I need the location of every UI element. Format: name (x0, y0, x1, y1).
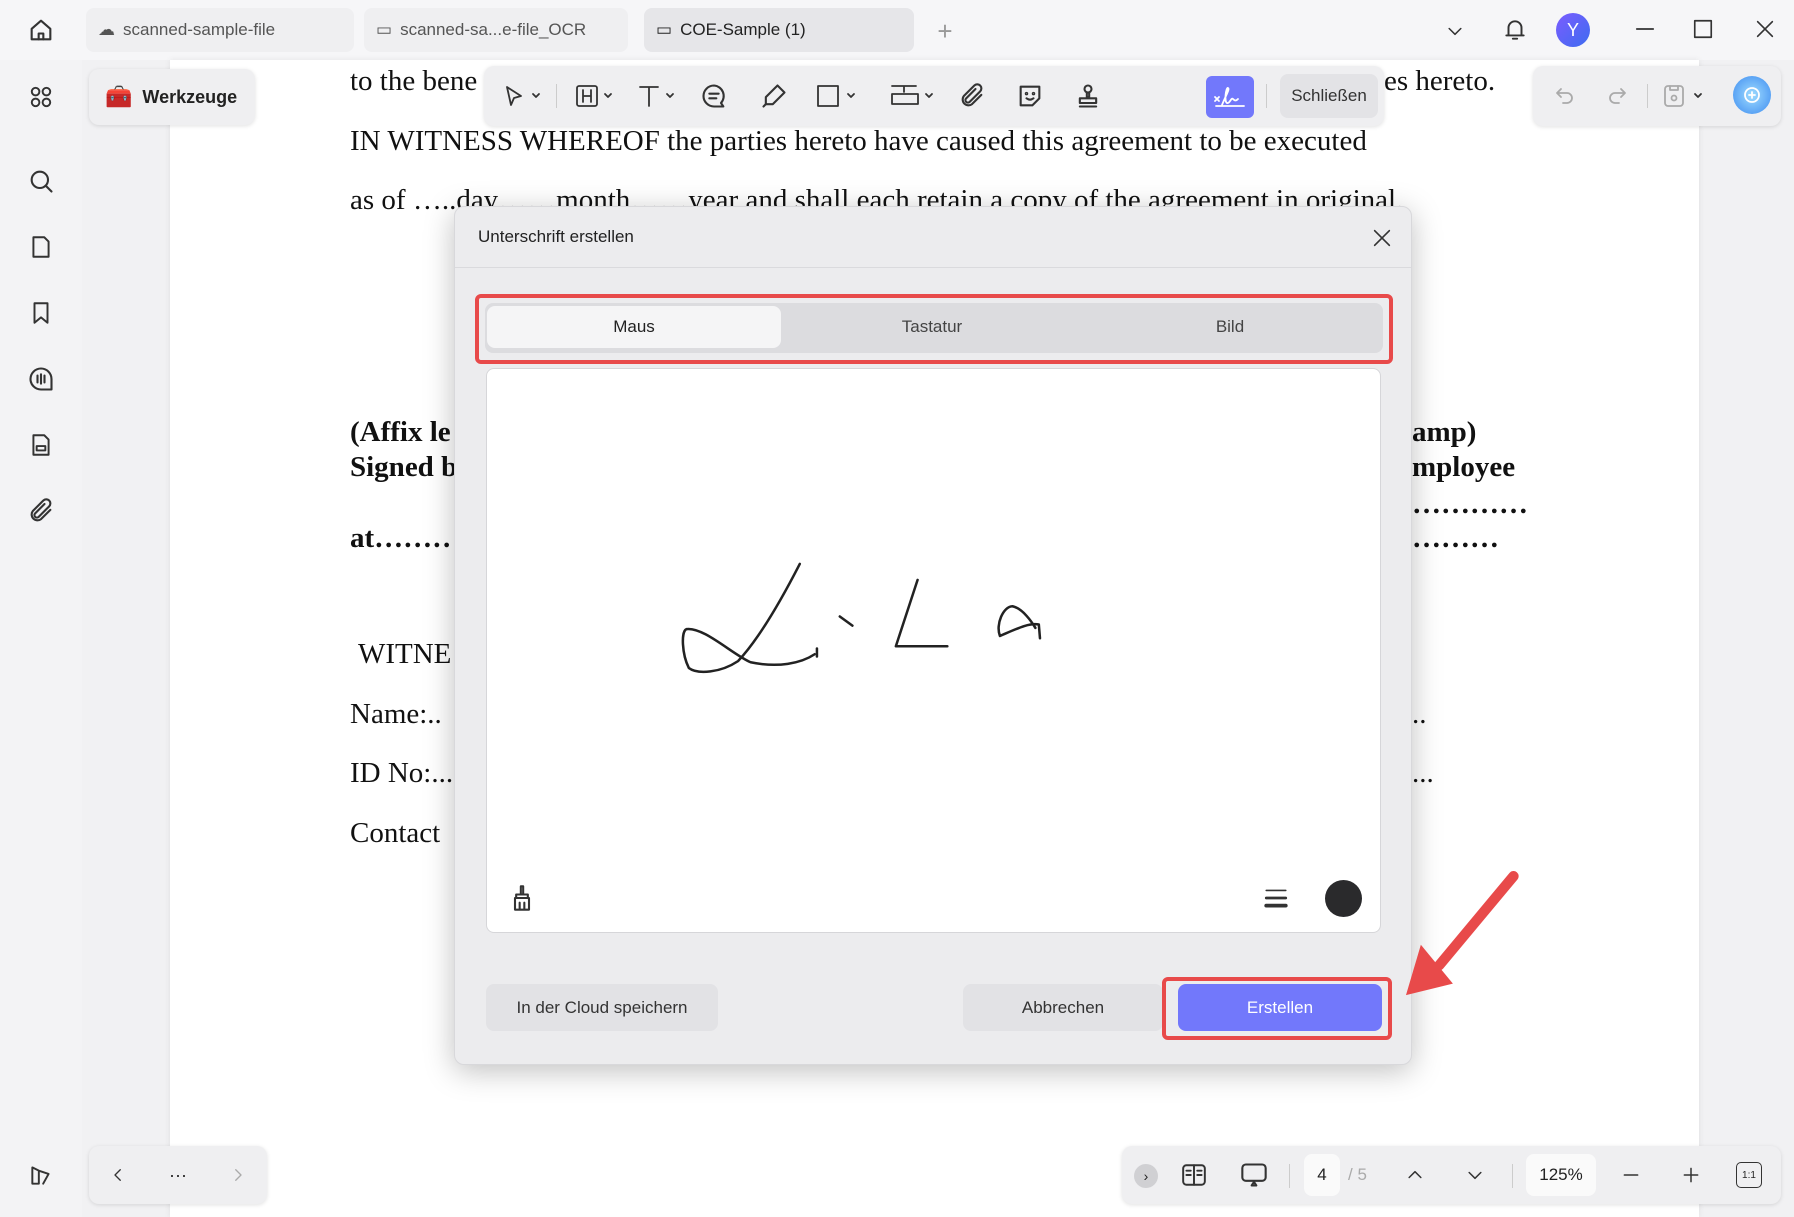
stamp-icon[interactable] (1068, 79, 1108, 113)
input-mode-tabs: Maus Tastatur Bild (485, 303, 1383, 353)
monitor-icon: ▭ (376, 20, 393, 39)
save-to-cloud-button[interactable]: In der Cloud speichern (486, 984, 718, 1031)
tab-tastatur[interactable]: Tastatur (785, 306, 1079, 348)
doc-line: amp) (1412, 416, 1477, 448)
doc-line: es hereto. (1384, 65, 1496, 97)
expand-icon[interactable]: › (1134, 1164, 1158, 1188)
doc-line: at……… (350, 522, 462, 554)
undo-icon[interactable] (1545, 80, 1585, 112)
clear-brush-icon[interactable] (505, 881, 539, 915)
tab-bild[interactable]: Bild (1083, 306, 1377, 348)
doc-line: (Affix le (350, 416, 451, 448)
signature-canvas[interactable] (486, 368, 1381, 933)
ai-assistant-icon[interactable] (1733, 76, 1771, 114)
chevron-left-icon[interactable] (103, 1160, 133, 1190)
measure-tool-icon[interactable] (884, 79, 944, 113)
doc-line: .. (1412, 698, 1427, 730)
attachment-icon[interactable] (24, 494, 58, 528)
more-icon[interactable]: ··· (163, 1160, 193, 1190)
text-tool-icon[interactable] (632, 79, 682, 113)
left-sidebar (0, 60, 82, 1217)
doc-line: ……… (1412, 522, 1499, 554)
doc-line: mployee (1412, 451, 1516, 483)
dialog-title: Unterschrift erstellen (478, 227, 634, 246)
edit-toolbar (1533, 66, 1781, 126)
avatar[interactable]: Y (1556, 13, 1590, 47)
presentation-icon[interactable] (1236, 1158, 1272, 1192)
form-icon[interactable] (24, 428, 58, 462)
doc-line: to the bene (350, 65, 478, 97)
shape-tool-icon[interactable] (810, 79, 866, 113)
chevron-down-icon[interactable] (1440, 16, 1470, 46)
doc-line: ... (1412, 757, 1434, 789)
page-thumbnail-icon[interactable] (24, 230, 58, 264)
chevron-right-icon[interactable] (223, 1160, 253, 1190)
page-total: / 5 (1348, 1165, 1367, 1184)
save-icon[interactable] (1655, 80, 1715, 112)
tab-maus[interactable]: Maus (487, 306, 781, 348)
create-button[interactable]: Erstellen (1178, 984, 1382, 1031)
next-page-icon[interactable] (1460, 1160, 1490, 1190)
doc-line: ………… (1412, 488, 1528, 520)
doc-line: Name:.. (350, 698, 442, 730)
monitor-icon: ▭ (656, 20, 673, 39)
home-icon[interactable] (22, 12, 60, 48)
tab-scanned-sample-file[interactable]: ☁ scanned-sample-file (86, 8, 354, 52)
comment-tool-icon[interactable] (694, 79, 734, 113)
new-tab-icon[interactable]: + (930, 16, 960, 46)
actual-size-button[interactable]: 1:1 (1736, 1162, 1762, 1188)
zoom-out-icon[interactable] (1616, 1160, 1646, 1190)
page-nav-left: ··· (89, 1146, 267, 1204)
maximize-icon[interactable] (1688, 14, 1718, 44)
tab-coe-sample[interactable]: ▭ COE-Sample (1) (644, 8, 914, 52)
select-tool-icon[interactable] (498, 79, 548, 113)
view-controls: › 4 / 5 125% 1:1 (1122, 1146, 1781, 1204)
ink-color-swatch[interactable] (1325, 880, 1362, 917)
cancel-button[interactable]: Abbrechen (963, 984, 1163, 1031)
comment-icon[interactable] (24, 362, 58, 396)
tools-button[interactable]: 🧰 Werkzeuge (89, 69, 255, 125)
create-signature-dialog: Unterschrift erstellen Maus Tastatur Bil… (454, 206, 1412, 1065)
zoom-level-input[interactable]: 125% (1526, 1154, 1596, 1196)
doc-line: Contact (350, 817, 441, 849)
cloud-icon: ☁ (98, 20, 115, 39)
bell-icon[interactable] (1498, 12, 1532, 48)
two-page-view-icon[interactable] (1176, 1158, 1212, 1192)
theme-icon[interactable] (24, 1158, 58, 1192)
close-toolbar-button[interactable]: Schließen (1280, 74, 1378, 118)
tab-scanned-ocr[interactable]: ▭ scanned-sa...e-file_OCR (364, 8, 628, 52)
previous-page-icon[interactable] (1400, 1160, 1430, 1190)
heading-tool-icon[interactable] (570, 79, 620, 113)
attachment-tool-icon[interactable] (952, 79, 992, 113)
close-window-icon[interactable] (1750, 14, 1780, 44)
apps-grid-icon[interactable] (24, 80, 58, 114)
title-bar: ☁ scanned-sample-file ▭ scanned-sa...e-fil… (0, 0, 1794, 60)
doc-line: ID No:... (350, 757, 454, 789)
bookmark-icon[interactable] (24, 296, 58, 330)
stroke-width-icon[interactable] (1259, 881, 1293, 915)
doc-line: Signed b (350, 451, 458, 483)
highlighter-icon[interactable] (754, 79, 794, 113)
doc-line: IN WITNESS WHEREOF the parties hereto ha… (350, 125, 1367, 157)
redo-icon[interactable] (1597, 80, 1637, 112)
toolbox-icon: 🧰 (105, 84, 133, 109)
annotation-toolbar: Schließen (484, 66, 1384, 126)
close-dialog-icon[interactable] (1367, 223, 1397, 253)
signature-tool-icon[interactable] (1206, 76, 1254, 118)
sticker-icon[interactable] (1010, 79, 1050, 113)
page-number-input[interactable]: 4 (1304, 1154, 1340, 1196)
doc-line: WITNE (358, 638, 452, 670)
search-icon[interactable] (24, 164, 58, 198)
minimize-icon[interactable] (1630, 14, 1660, 44)
zoom-in-icon[interactable] (1676, 1160, 1706, 1190)
